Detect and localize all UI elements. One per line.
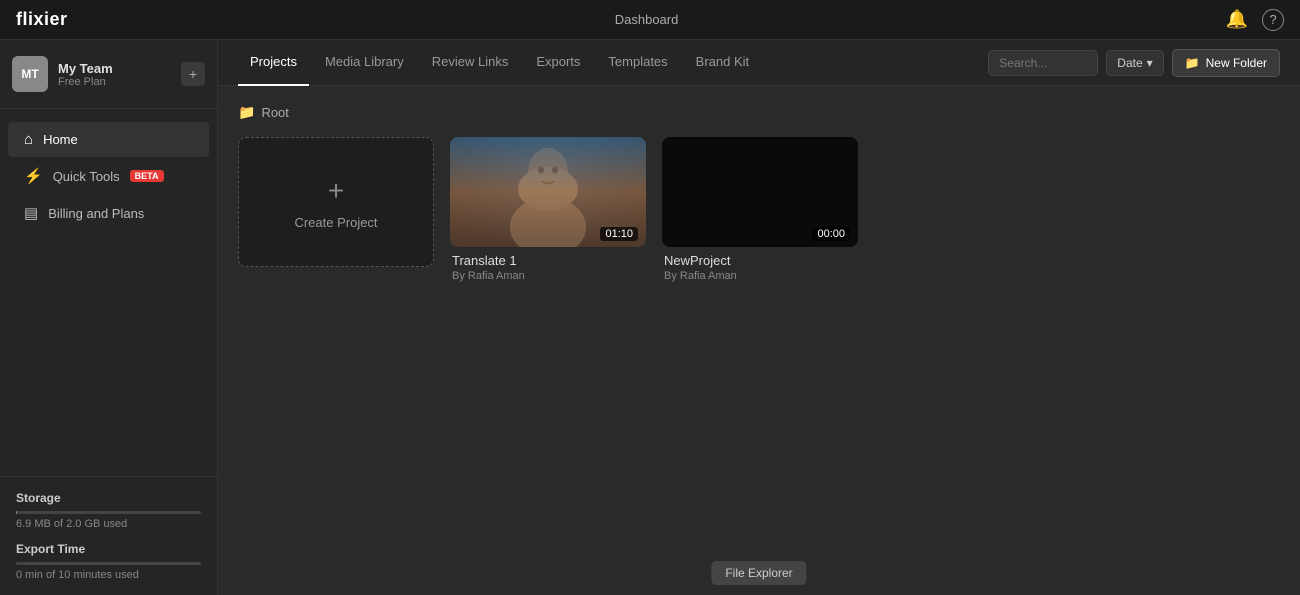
team-settings-button[interactable]: + xyxy=(181,62,205,86)
notification-icon[interactable]: 🔔 xyxy=(1226,9,1248,30)
topbar: flixier Dashboard 🔔 ? xyxy=(0,0,1300,40)
export-label: Export Time xyxy=(16,542,201,556)
project-duration-translate1: 01:10 xyxy=(600,227,638,241)
tab-brand-kit[interactable]: Brand Kit xyxy=(684,40,761,86)
storage-label: Storage xyxy=(16,491,201,505)
sidebar-nav: ⌂ Home ⚡ Quick Tools beta ▤ Billing and … xyxy=(0,109,217,476)
file-explorer-tooltip[interactable]: File Explorer xyxy=(711,561,806,585)
storage-used-text: 6.9 MB of 2.0 GB used xyxy=(16,518,201,530)
project-info-translate1: Translate 1 By Rafia Aman xyxy=(450,247,646,282)
storage-progress-fill xyxy=(16,511,17,514)
project-card-translate1[interactable]: 01:10 Translate 1 By Rafia Aman xyxy=(450,137,646,282)
project-duration-newproject: 00:00 xyxy=(812,227,850,241)
billing-icon: ▤ xyxy=(24,204,38,222)
storage-progress-bar xyxy=(16,511,201,514)
search-input[interactable] xyxy=(988,50,1098,76)
tabs-bar: Projects Media Library Review Links Expo… xyxy=(218,40,1300,86)
projects-grid: + Create Project xyxy=(238,137,1280,282)
content-wrapper: Projects Media Library Review Links Expo… xyxy=(218,40,1300,595)
sidebar: MT My Team Free Plan + ⌂ Home ⚡ Quick To… xyxy=(0,40,218,595)
date-filter-button[interactable]: Date ▾ xyxy=(1106,50,1163,76)
sidebar-footer: Storage 6.9 MB of 2.0 GB used Export Tim… xyxy=(0,476,217,595)
tab-projects[interactable]: Projects xyxy=(238,40,309,86)
project-thumbnail-newproject: 00:00 xyxy=(662,137,858,247)
team-info: My Team Free Plan xyxy=(58,61,171,88)
team-name: My Team xyxy=(58,61,171,76)
topbar-title: Dashboard xyxy=(615,12,679,27)
plus-icon: + xyxy=(328,175,344,207)
project-author-newproject: By Rafia Aman xyxy=(664,270,856,282)
help-icon[interactable]: ? xyxy=(1262,9,1284,31)
export-used-text: 0 min of 10 minutes used xyxy=(16,569,201,581)
tab-media-library[interactable]: Media Library xyxy=(313,40,416,86)
sidebar-item-quick-tools-label: Quick Tools xyxy=(53,169,120,184)
topbar-actions: 🔔 ? xyxy=(1226,9,1284,31)
tab-exports[interactable]: Exports xyxy=(524,40,592,86)
sidebar-item-home[interactable]: ⌂ Home xyxy=(8,122,209,157)
sidebar-item-billing[interactable]: ▤ Billing and Plans xyxy=(8,195,209,231)
new-folder-button[interactable]: 📁 New Folder xyxy=(1172,49,1280,77)
tab-templates[interactable]: Templates xyxy=(596,40,679,86)
project-thumbnail-translate1: 01:10 xyxy=(450,137,646,247)
chevron-down-icon: ▾ xyxy=(1147,56,1153,70)
breadcrumb-path: Root xyxy=(261,105,288,120)
main-layout: MT My Team Free Plan + ⌂ Home ⚡ Quick To… xyxy=(0,40,1300,595)
tabs-actions: Date ▾ 📁 New Folder xyxy=(988,49,1280,77)
beta-badge: beta xyxy=(130,170,164,182)
project-author-translate1: By Rafia Aman xyxy=(452,270,644,282)
project-info-newproject: NewProject By Rafia Aman xyxy=(662,247,858,282)
sidebar-item-quick-tools[interactable]: ⚡ Quick Tools beta xyxy=(8,158,209,194)
project-card-newproject[interactable]: 00:00 NewProject By Rafia Aman xyxy=(662,137,858,282)
tab-review-links[interactable]: Review Links xyxy=(420,40,521,86)
project-title-newproject: NewProject xyxy=(664,253,856,268)
app-logo: flixier xyxy=(16,9,68,30)
content-area: 📁 Root + Create Project xyxy=(218,86,1300,595)
quick-tools-icon: ⚡ xyxy=(24,167,43,185)
team-plan: Free Plan xyxy=(58,76,171,88)
create-project-label: Create Project xyxy=(294,215,377,230)
export-progress-bar xyxy=(16,562,201,565)
folder-breadcrumb-icon: 📁 xyxy=(238,104,255,121)
content: Projects Media Library Review Links Expo… xyxy=(218,40,1300,595)
sidebar-item-home-label: Home xyxy=(43,132,78,147)
folder-icon: 📁 xyxy=(1185,56,1200,70)
home-icon: ⌂ xyxy=(24,131,33,148)
create-project-card[interactable]: + Create Project xyxy=(238,137,434,267)
team-section: MT My Team Free Plan + xyxy=(0,40,217,109)
project-title-translate1: Translate 1 xyxy=(452,253,644,268)
team-avatar: MT xyxy=(12,56,48,92)
breadcrumb: 📁 Root xyxy=(238,104,1280,121)
sidebar-item-billing-label: Billing and Plans xyxy=(48,206,144,221)
